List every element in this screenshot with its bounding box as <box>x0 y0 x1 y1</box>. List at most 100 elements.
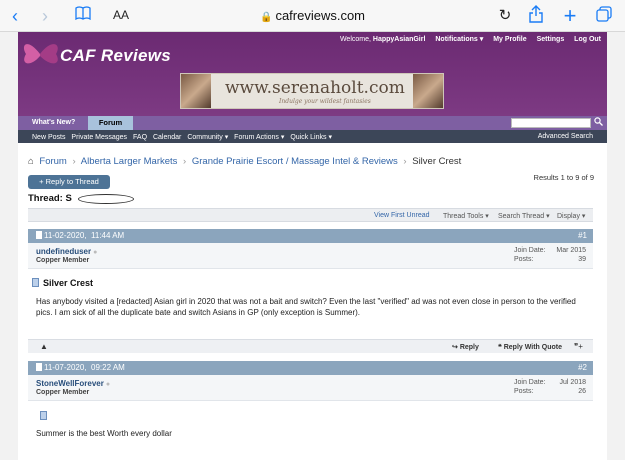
username-link[interactable]: StoneWellForever <box>36 379 104 388</box>
search-input[interactable] <box>511 118 591 128</box>
posts-row: Posts: 26 <box>514 388 586 397</box>
reload-icon[interactable]: ↻ <box>498 5 512 27</box>
sub-nav: New Posts Private Messages FAQ Calendar … <box>18 130 607 143</box>
post-title-text: Silver Crest <box>43 278 94 288</box>
reply-to-thread-button[interactable]: + Reply to Thread <box>28 175 110 189</box>
username-link[interactable]: undefineduser <box>36 247 91 256</box>
lock-icon: 🔒 <box>259 12 273 23</box>
user-links: Welcome, HappyAsianGirl Notifications ▾ … <box>332 35 601 43</box>
post-time: 09:22 AM <box>91 363 125 372</box>
post-body: Has anybody visited a [redacted] Asian g… <box>36 297 576 317</box>
join-date-row: Join Date: Mar 2015 <box>514 247 586 256</box>
breadcrumb-alberta[interactable]: Alberta Larger Markets <box>81 156 178 167</box>
view-first-unread-link[interactable]: View First Unread <box>374 212 430 219</box>
post-header: 11-07-2020, 09:22 AM #2 <box>28 361 593 375</box>
tab-forum[interactable]: Forum <box>88 116 133 130</box>
advanced-search-link[interactable]: Advanced Search <box>538 133 593 140</box>
community-menu[interactable]: Community ▾ <box>187 134 228 141</box>
post-number[interactable]: #1 <box>578 231 587 240</box>
reply-with-quote-button[interactable]: ❝ Reply With Quote <box>498 343 562 351</box>
report-icon[interactable]: ▲ <box>40 342 48 351</box>
post-header: 11-02-2020, 11:44 AM #1 <box>28 229 593 243</box>
butterfly-logo-icon <box>23 44 58 64</box>
breadcrumb-current: Silver Crest <box>412 156 462 167</box>
banner-photo-right <box>413 74 443 108</box>
breadcrumb-separator-icon: › <box>403 156 407 167</box>
my-profile-link[interactable]: My Profile <box>493 36 526 43</box>
post-title-icon <box>40 411 47 420</box>
reply-quote-label: Reply With Quote <box>503 344 562 351</box>
posts-value: 26 <box>578 388 586 395</box>
posts-row: Posts: 39 <box>514 256 586 265</box>
user-stats: Join Date: Mar 2015 Posts: 39 <box>514 247 586 265</box>
forum-actions-menu[interactable]: Forum Actions ▾ <box>234 134 284 141</box>
post-title: Silver Crest <box>32 278 93 288</box>
tab-whats-new[interactable]: What's New? <box>26 118 81 130</box>
main-nav: What's New? Forum <box>18 116 607 130</box>
breadcrumb-separator-icon: › <box>72 156 76 167</box>
post-user-info: StoneWellForever ● Copper Member Join Dat… <box>28 375 593 401</box>
breadcrumb-forum[interactable]: Forum <box>39 156 66 167</box>
tabs-icon[interactable] <box>596 5 612 27</box>
home-icon[interactable]: ⌂ <box>28 156 34 167</box>
posts-value: 39 <box>578 256 586 263</box>
user-rank: Copper Member <box>36 257 90 264</box>
reply-button[interactable]: ↪ Reply <box>452 343 479 351</box>
results-count: Results 1 to 9 of 9 <box>533 173 594 182</box>
settings-link[interactable]: Settings <box>537 36 565 43</box>
calendar-link[interactable]: Calendar <box>153 134 181 141</box>
post-footer: ▲ ↪ Reply ❝ Reply With Quote ❞+ <box>28 339 593 353</box>
post-time: 11:44 AM <box>91 231 125 240</box>
thread-title: Thread: S <box>28 193 72 204</box>
post-icon <box>36 231 42 239</box>
breadcrumb: ⌂ Forum › Alberta Larger Markets › Grand… <box>28 156 461 167</box>
user-rank: Copper Member <box>36 389 90 396</box>
post-title-icon <box>32 278 39 287</box>
multi-quote-icon[interactable]: ❞+ <box>574 342 583 351</box>
post-username[interactable]: undefineduser ● <box>36 247 97 256</box>
search-thread-menu[interactable]: Search Thread ▾ <box>498 212 550 220</box>
post-number[interactable]: #2 <box>578 363 587 372</box>
thread-tools-bar: View First Unread Thread Tools ▾ Search … <box>28 208 593 222</box>
faq-link[interactable]: FAQ <box>133 134 147 141</box>
ad-banner[interactable]: www.serenaholt.com Indulge your wildest … <box>180 73 444 109</box>
breadcrumb-grande-prairie[interactable]: Grande Prairie Escort / Massage Intel & … <box>192 156 398 167</box>
join-date-label: Join Date: <box>514 379 546 386</box>
welcome-text: Welcome, HappyAsianGirl <box>339 36 426 43</box>
new-tab-icon[interactable]: + <box>562 5 578 27</box>
posts-label: Posts: <box>514 388 534 395</box>
banner-photo-left <box>181 74 211 108</box>
share-icon[interactable] <box>528 5 544 27</box>
join-date-value: Mar 2015 <box>556 247 586 254</box>
redaction-scribble <box>78 194 134 204</box>
user-stats: Join Date: Jul 2018 Posts: 26 <box>514 379 586 397</box>
site-header: CAF Reviews Welcome, HappyAsianGirl Noti… <box>18 32 607 116</box>
url-text: cafreviews.com <box>275 8 366 23</box>
notifications-link[interactable]: Notifications ▾ <box>435 36 483 43</box>
post-username[interactable]: StoneWellForever ● <box>36 379 110 388</box>
reply-label: Reply <box>459 344 479 351</box>
offline-status-icon: ● <box>93 249 98 256</box>
private-messages-link[interactable]: Private Messages <box>71 134 127 141</box>
display-menu[interactable]: Display ▾ <box>557 212 585 220</box>
post-body: Summer is the best Worth every dollar <box>36 429 172 438</box>
forum-page: CAF Reviews Welcome, HappyAsianGirl Noti… <box>18 32 607 460</box>
post-date: 11-07-2020, <box>44 363 87 372</box>
post-icon <box>36 363 42 371</box>
site-logo[interactable]: CAF Reviews <box>60 46 171 66</box>
post-date: 11-02-2020, <box>44 231 87 240</box>
new-posts-link[interactable]: New Posts <box>32 134 65 141</box>
logout-link[interactable]: Log Out <box>574 36 601 43</box>
banner-tagline: Indulge your wildest fantasies <box>279 98 371 105</box>
post-user-info: undefineduser ● Copper Member Join Date: M… <box>28 243 593 269</box>
join-date-value: Jul 2018 <box>559 379 586 386</box>
offline-status-icon: ● <box>105 381 111 388</box>
username-link[interactable]: HappyAsianGirl <box>373 36 426 43</box>
quick-links-menu[interactable]: Quick Links ▾ <box>290 134 332 141</box>
search-icon[interactable] <box>593 117 604 129</box>
join-date-label: Join Date: <box>514 247 546 254</box>
join-date-row: Join Date: Jul 2018 <box>514 379 586 388</box>
thread-tools-menu[interactable]: Thread Tools ▾ <box>443 212 489 220</box>
banner-text: www.serenaholt.com <box>225 78 405 98</box>
browser-toolbar: ‹ › AA 🔒 cafreviews.com ↻ + <box>0 0 625 32</box>
